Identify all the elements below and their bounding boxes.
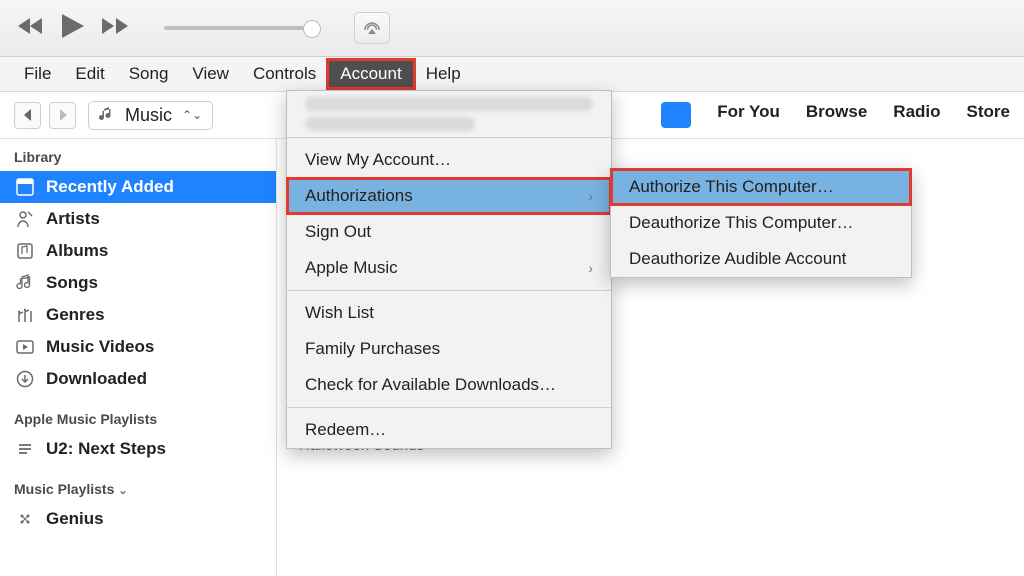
menu-song[interactable]: Song [117, 60, 181, 88]
sidebar-header-apple-playlists: Apple Music Playlists [0, 405, 276, 433]
rewind-icon[interactable] [18, 16, 44, 41]
sidebar: Library Recently Added Artists Albums So… [0, 139, 277, 576]
sidebar-item-genres[interactable]: Genres [0, 299, 276, 331]
chevron-right-icon: › [588, 260, 593, 276]
submenu-deauthorize-audible[interactable]: Deauthorize Audible Account [611, 241, 911, 277]
sidebar-item-u2-next-steps[interactable]: U2: Next Steps [0, 433, 276, 465]
media-combo-label: Music [125, 105, 172, 126]
sidebar-header-music-playlists[interactable]: Music Playlists⌄ [0, 475, 276, 503]
volume-slider[interactable] [164, 26, 314, 30]
chevron-right-icon: › [588, 188, 593, 204]
menu-item-view-my-account[interactable]: View My Account… [287, 142, 611, 178]
sidebar-item-artists[interactable]: Artists [0, 203, 276, 235]
menu-item-wish-list[interactable]: Wish List [287, 295, 611, 331]
menu-file[interactable]: File [12, 60, 63, 88]
chevron-down-icon: ⌄ [118, 485, 127, 497]
sidebar-item-genius[interactable]: Genius [0, 503, 276, 535]
menu-item-sign-out[interactable]: Sign Out [287, 214, 611, 250]
menu-edit[interactable]: Edit [63, 60, 116, 88]
sidebar-item-recently-added[interactable]: Recently Added [0, 171, 276, 203]
store-tabs: For You Browse Radio Store [661, 102, 1010, 128]
chevron-updown-icon: ⌃⌄ [182, 108, 202, 122]
menu-item-apple-music[interactable]: Apple Music› [287, 250, 611, 286]
menu-item-family-purchases[interactable]: Family Purchases [287, 331, 611, 367]
play-icon[interactable] [62, 14, 84, 43]
account-menu: View My Account… Authorizations› Sign Ou… [286, 90, 612, 449]
sidebar-item-downloaded[interactable]: Downloaded [0, 363, 276, 395]
menu-item-check-downloads[interactable]: Check for Available Downloads… [287, 367, 611, 403]
tab-browse[interactable]: Browse [806, 102, 867, 128]
submenu-authorize-computer[interactable]: Authorize This Computer… [611, 169, 911, 205]
menu-item-redeem[interactable]: Redeem… [287, 412, 611, 448]
authorizations-submenu: Authorize This Computer… Deauthorize Thi… [610, 168, 912, 278]
sidebar-header-library: Library [0, 143, 276, 171]
sidebar-item-albums[interactable]: Albums [0, 235, 276, 267]
tab-library-pill[interactable] [661, 102, 691, 128]
sidebar-item-music-videos[interactable]: Music Videos [0, 331, 276, 363]
top-playback-bar [0, 0, 1024, 57]
menu-bar: File Edit Song View Controls Account Hel… [0, 57, 1024, 92]
submenu-deauthorize-computer[interactable]: Deauthorize This Computer… [611, 205, 911, 241]
tab-store[interactable]: Store [967, 102, 1010, 128]
menu-help[interactable]: Help [414, 60, 473, 88]
menu-view[interactable]: View [180, 60, 241, 88]
sidebar-item-songs[interactable]: Songs [0, 267, 276, 299]
media-combo[interactable]: Music ⌃⌄ [88, 101, 213, 130]
menu-account[interactable]: Account [328, 60, 413, 88]
airplay-button[interactable] [354, 12, 390, 44]
back-button[interactable] [14, 102, 41, 129]
tab-for-you[interactable]: For You [717, 102, 780, 128]
menu-controls[interactable]: Controls [241, 60, 328, 88]
menu-item-authorizations[interactable]: Authorizations› [287, 178, 611, 214]
tab-radio[interactable]: Radio [893, 102, 940, 128]
forward-button[interactable] [49, 102, 76, 129]
forward-icon[interactable] [102, 16, 128, 41]
account-menu-user-line1 [305, 97, 593, 111]
music-note-icon [99, 107, 115, 123]
account-menu-user-line2 [305, 117, 475, 131]
